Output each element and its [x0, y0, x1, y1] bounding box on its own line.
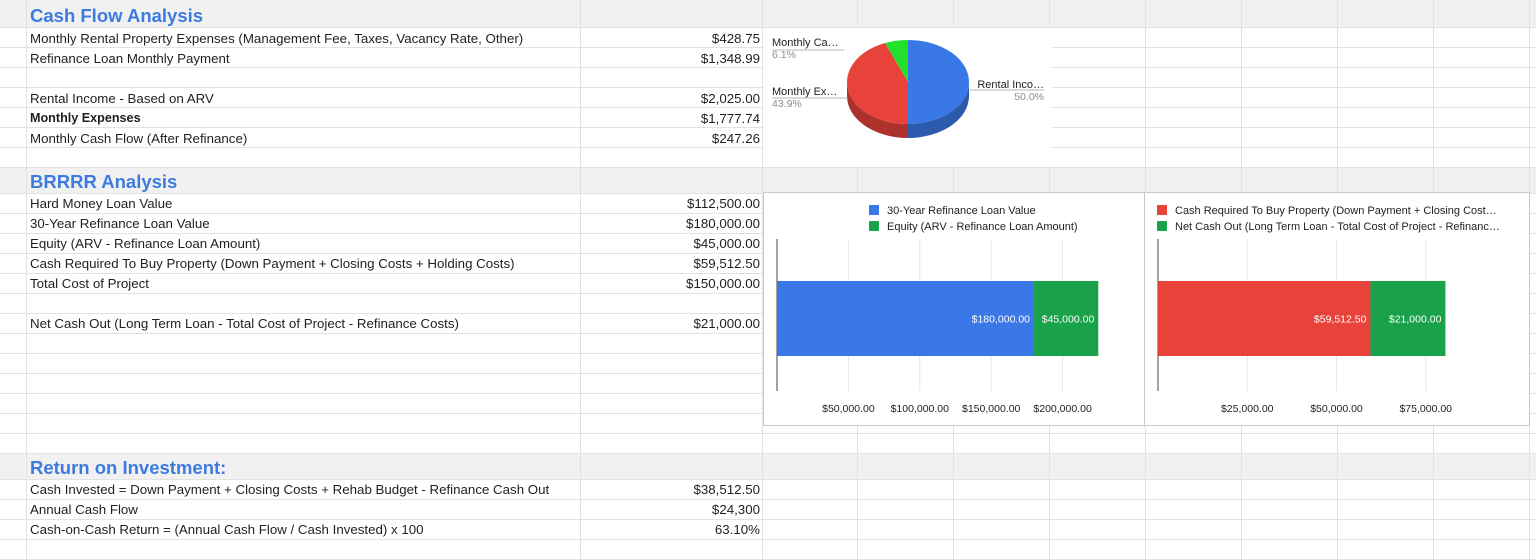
x-tick-label: $25,000.00 — [1221, 403, 1274, 415]
pie-label: Monthly Ex… — [772, 86, 837, 98]
cash-bar-chart-svg: Cash Required To Buy Property (Down Paym… — [1157, 205, 1500, 415]
header-row-cash-flow[interactable] — [0, 0, 1536, 28]
grid-row[interactable] — [0, 540, 1536, 560]
cash-flow-label[interactable]: Refinance Loan Monthly Payment — [30, 51, 230, 66]
bar-data-label: $21,000.00 — [1389, 314, 1442, 326]
pie-chart-svg: Rental Inco…50.0% Monthly Ex…43.9% Monthly… — [772, 37, 1044, 138]
bar-data-label: $59,512.50 — [1314, 314, 1367, 326]
roi-label[interactable]: Cash-on-Cash Return = (Annual Cash Flow … — [30, 522, 424, 537]
brrrr-value[interactable]: $180,000.00 — [686, 216, 760, 231]
x-tick-label: $150,000.00 — [962, 403, 1021, 415]
refinance-bar-chart-svg: 30-Year Refinance Loan Value Equity (ARV … — [776, 205, 1099, 415]
pie-chart[interactable]: Rental Inco… 50.0% Monthly Ex… 43.9% Monthly… — [764, 28, 1052, 166]
grid-row[interactable] — [0, 434, 1536, 454]
bar-data-label: $45,000.00 — [1042, 314, 1095, 326]
cash-flow-value[interactable]: $2,025.00 — [701, 91, 760, 106]
roi-title: Return on Investment: — [30, 457, 227, 478]
legend-label: 30-Year Refinance Loan Value — [887, 205, 1036, 217]
brrrr-value[interactable]: $150,000.00 — [686, 276, 760, 291]
brrrr-label[interactable]: Net Cash Out (Long Term Loan - Total Cos… — [30, 316, 459, 331]
brrrr-label[interactable]: Hard Money Loan Value — [30, 196, 172, 211]
x-tick-label: $50,000.00 — [822, 403, 875, 415]
pie-percent-label: 6.1% — [772, 49, 796, 61]
column-divider — [580, 0, 581, 560]
legend-swatch — [1157, 221, 1167, 231]
cash-flow-value[interactable]: $428.75 — [712, 31, 760, 46]
cash-bar-chart[interactable]: Cash Required To Buy Property (Down Paym… — [1144, 192, 1530, 426]
roi-label[interactable]: Cash Invested = Down Payment + Closing C… — [30, 482, 549, 497]
brrrr-value[interactable]: $45,000.00 — [693, 236, 760, 251]
roi-value[interactable]: 63.10% — [715, 522, 760, 537]
brrrr-value[interactable]: $59,512.50 — [693, 256, 760, 271]
brrrr-label[interactable]: 30-Year Refinance Loan Value — [30, 216, 210, 231]
x-tick-label: $50,000.00 — [1310, 403, 1363, 415]
legend-swatch — [869, 221, 879, 231]
brrrr-value[interactable]: $112,500.00 — [687, 196, 760, 211]
brrrr-value[interactable]: $21,000.00 — [693, 316, 760, 331]
brrrr-label[interactable]: Equity (ARV - Refinance Loan Amount) — [30, 236, 260, 251]
cash-flow-label[interactable]: Monthly Cash Flow (After Refinance) — [30, 131, 247, 146]
cash-flow-label[interactable]: Monthly Rental Property Expenses (Manage… — [30, 31, 523, 46]
x-tick-label: $100,000.00 — [891, 403, 950, 415]
legend-swatch — [869, 205, 879, 215]
legend-swatch — [1157, 205, 1167, 215]
cash-flow-label[interactable]: Monthly Expenses — [30, 111, 141, 125]
cash-flow-label[interactable]: Rental Income - Based on ARV — [30, 91, 214, 106]
cash-flow-title: Cash Flow Analysis — [30, 5, 204, 26]
pie-percent-label: 43.9% — [772, 98, 802, 110]
column-divider — [26, 0, 27, 560]
pie-label: Rental Inco… — [977, 79, 1044, 91]
roi-value[interactable]: $38,512.50 — [693, 482, 760, 497]
header-row-brrrr[interactable] — [0, 168, 1536, 194]
brrrr-label[interactable]: Total Cost of Project — [30, 276, 149, 291]
pie-label: Monthly Ca… — [772, 37, 839, 49]
x-tick-label: $75,000.00 — [1399, 403, 1452, 415]
header-row-roi[interactable] — [0, 454, 1536, 480]
pie-percent-label: 50.0% — [1014, 91, 1044, 103]
cash-flow-value[interactable]: $1,777.74 — [701, 111, 760, 126]
brrrr-label[interactable]: Cash Required To Buy Property (Down Paym… — [30, 256, 515, 271]
legend-label: Net Cash Out (Long Term Loan - Total Cos… — [1175, 221, 1500, 233]
refinance-bar-chart[interactable]: 30-Year Refinance Loan Value Equity (ARV … — [763, 192, 1145, 426]
x-tick-label: $200,000.00 — [1033, 403, 1092, 415]
brrrr-title: BRRRR Analysis — [30, 171, 178, 192]
legend-label: Equity (ARV - Refinance Loan Amount) — [887, 221, 1078, 233]
bar-data-label: $180,000.00 — [972, 314, 1031, 326]
roi-label[interactable]: Annual Cash Flow — [30, 502, 138, 517]
grid-row[interactable] — [0, 500, 1536, 520]
legend-label: Cash Required To Buy Property (Down Paym… — [1175, 205, 1497, 217]
cash-flow-value[interactable]: $1,348.99 — [701, 51, 760, 66]
cash-flow-value[interactable]: $247.26 — [712, 131, 760, 146]
roi-value[interactable]: $24,300 — [712, 502, 760, 517]
